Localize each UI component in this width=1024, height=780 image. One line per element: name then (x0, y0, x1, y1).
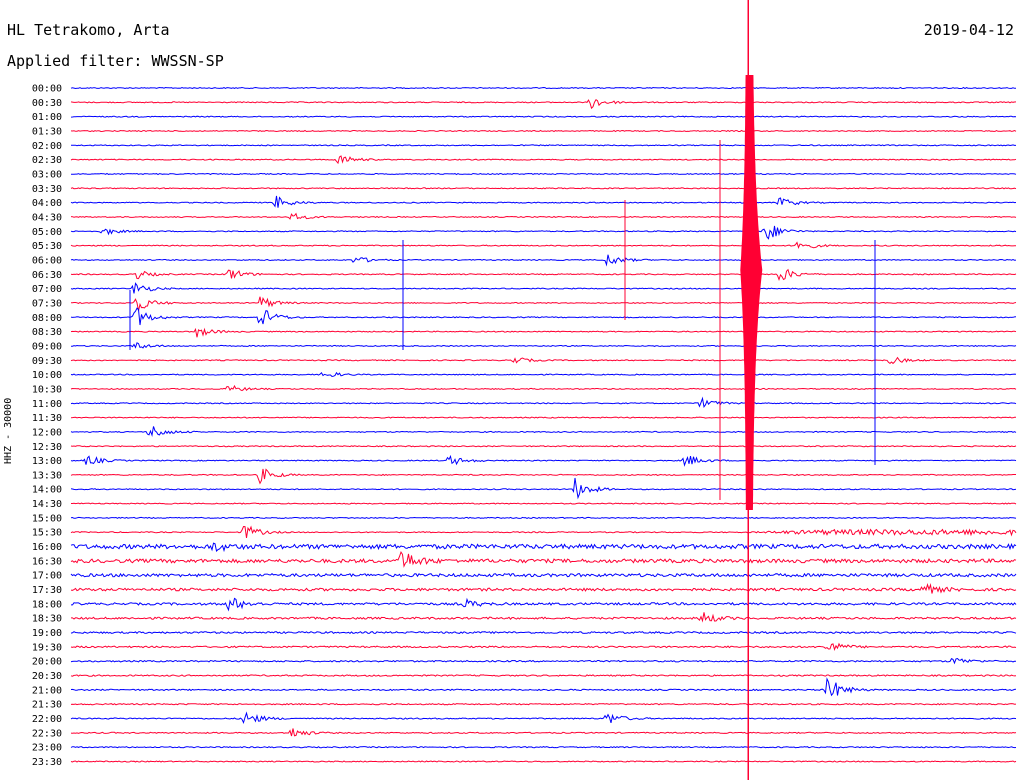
trace-line (70, 657, 1017, 665)
trace-line (70, 572, 1017, 578)
time-tick-label: 11:30 (32, 413, 62, 424)
trace-line (70, 282, 1017, 294)
trace-line (70, 384, 1017, 392)
time-tick-label: 00:00 (32, 84, 62, 95)
trace-line (70, 327, 1017, 338)
time-tick-label: 12:00 (32, 427, 62, 438)
time-tick-label: 05:00 (32, 227, 62, 238)
trace-line (70, 115, 1017, 118)
trace-line (70, 550, 1017, 568)
time-tick-label: 00:30 (32, 98, 62, 109)
trace-line (70, 195, 1017, 208)
trace-line (70, 746, 1017, 749)
trace-line (70, 129, 1017, 133)
trace-line (70, 155, 1017, 165)
trace-line (70, 371, 1017, 378)
time-tick-label: 20:30 (32, 671, 62, 682)
trace-line (71, 612, 1017, 623)
time-tick-label: 06:30 (32, 270, 62, 281)
trace-line (70, 477, 1017, 500)
time-tick-label: 04:00 (32, 198, 62, 209)
time-tick-label: 10:00 (32, 370, 62, 381)
time-tick-label: 19:30 (32, 642, 62, 653)
trace-line (70, 342, 1017, 349)
trace-line (70, 728, 1017, 737)
trace-line (70, 674, 1017, 677)
time-tick-label: 17:00 (32, 571, 62, 582)
time-tick-label: 03:00 (32, 169, 62, 180)
time-tick-label: 22:00 (32, 714, 62, 725)
time-tick-label: 07:30 (32, 298, 62, 309)
time-tick-label: 13:30 (32, 470, 62, 481)
trace-line (70, 516, 1017, 519)
time-tick-label: 16:30 (32, 556, 62, 567)
time-tick-label: 02:30 (32, 155, 62, 166)
trace-line (70, 642, 1017, 651)
trace-line (71, 597, 1017, 612)
trace-line (70, 677, 1017, 697)
trace-line (70, 268, 1017, 282)
time-tick-label: 11:00 (32, 399, 62, 410)
trace-line (70, 454, 1017, 467)
trace-line (70, 760, 1017, 763)
time-tick-label: 17:30 (32, 585, 62, 596)
time-tick-label: 23:00 (32, 743, 62, 754)
time-tick-label: 16:00 (32, 542, 62, 553)
main-shock-burst (740, 75, 763, 510)
trace-line (70, 98, 1017, 110)
time-tick-label: 18:30 (32, 614, 62, 625)
trace-line (70, 702, 1017, 706)
time-tick-label: 18:00 (32, 599, 62, 610)
trace-line (70, 711, 1017, 725)
trace-line (70, 416, 1016, 419)
time-tick-label: 09:30 (32, 356, 62, 367)
trace-line (70, 225, 1017, 240)
time-tick-label: 08:30 (32, 327, 62, 338)
time-tick-label: 20:00 (32, 657, 62, 668)
time-tick-label: 04:30 (32, 212, 62, 223)
trace-line (70, 445, 1017, 448)
time-tick-label: 01:30 (32, 126, 62, 137)
time-tick-label: 01:00 (32, 112, 62, 123)
trace-line (70, 86, 1017, 90)
time-tick-label: 19:00 (32, 628, 62, 639)
time-tick-label: 08:00 (32, 313, 62, 324)
seismogram-plot: 00:00 00:30 01:00 01:30 02:00 02:30 03:00 03:30… (32, 0, 1017, 780)
time-tick-label: 10:30 (32, 384, 62, 395)
time-tick-label: 03:30 (32, 184, 62, 195)
trace-line (70, 296, 1017, 311)
trace-line (71, 172, 1017, 176)
time-tick-label: 06:00 (32, 255, 62, 266)
time-tick-label: 21:00 (32, 685, 62, 696)
trace-line (70, 630, 1017, 635)
trace-line (70, 187, 1017, 190)
trace-line (70, 542, 1017, 553)
trace-line (70, 525, 1017, 538)
time-tick-label: 15:30 (32, 528, 62, 539)
time-tick-label: 15:00 (32, 513, 62, 524)
time-tick-label: 14:00 (32, 485, 62, 496)
time-tick-label: 05:30 (32, 241, 62, 252)
time-tick-label: 21:30 (32, 700, 62, 711)
trace-line (70, 356, 1017, 365)
trace-line (70, 307, 1017, 326)
trace-line (70, 396, 1017, 409)
time-tick-label: 13:00 (32, 456, 62, 467)
trace-line (70, 426, 1017, 438)
trace-line (70, 254, 1017, 267)
time-tick-label: 09:00 (32, 341, 62, 352)
time-tick-label: 22:30 (32, 728, 62, 739)
time-tick-label: 12:30 (32, 442, 62, 453)
time-tick-label: 14:30 (32, 499, 62, 510)
trace-line (70, 582, 1017, 594)
trace-line (70, 212, 1017, 220)
trace-line (71, 502, 1017, 505)
time-tick-label: 07:00 (32, 284, 62, 295)
trace-line (70, 144, 1016, 147)
trace-line (70, 468, 1016, 485)
time-tick-label: 23:30 (32, 757, 62, 768)
trace-line (70, 241, 1016, 249)
time-tick-label: 02:00 (32, 141, 62, 152)
